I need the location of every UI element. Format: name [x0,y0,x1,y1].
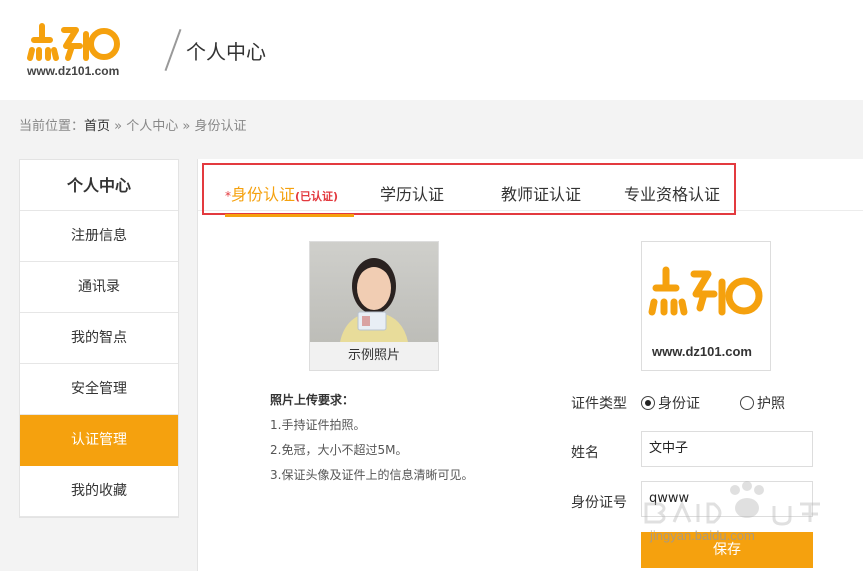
name-input[interactable]: 文中子 [641,431,813,467]
requirement-item: 3.保证头像及证件上的信息清晰可见。 [270,468,474,482]
radio-passport[interactable]: 护照 [740,393,785,413]
baidu-watermark-icon [644,481,820,526]
breadcrumb-current: 身份认证 [194,119,247,134]
site-header: www.dz101.com 个人中心 [0,0,863,100]
sample-photo-card: 示例照片 [309,241,439,371]
breadcrumb-home-link[interactable]: 首页 [84,119,110,134]
sidebar-item-security[interactable]: 安全管理 [20,364,178,415]
dz101-logo-image [648,266,763,316]
watermark-text: jingyan.baidu.com [650,528,755,543]
tabs-highlight-box: *身份认证(已认证) 学历认证 教师证认证 专业资格认证 [202,163,736,217]
preview-url-text: www.dz101.com [652,344,752,359]
logo-url-text: www.dz101.com [27,64,120,78]
requirements-title: 照片上传要求： [270,393,355,407]
sidebar-item-favorites[interactable]: 我的收藏 [20,466,178,517]
sidebar-item-contacts[interactable]: 通讯录 [20,262,178,313]
breadcrumb-separator: » [178,119,195,134]
requirement-item: 1.手持证件拍照。 [270,418,366,432]
radio-unchecked-icon [740,396,754,410]
name-label: 姓名 [571,445,599,461]
tab-identity-verification[interactable]: *身份认证(已认证) [225,181,338,205]
tab-label: 身份认证 [231,185,296,204]
requirement-item: 2.免冠，大小不超过5M。 [270,443,408,457]
radio-checked-icon [641,396,655,410]
sidebar-title: 个人中心 [20,160,178,211]
header-divider [164,28,182,72]
tab-education-verification[interactable]: 学历认证 [380,181,444,205]
radio-label: 身份证 [658,396,700,412]
sidebar: 个人中心 注册信息 通讯录 我的智点 安全管理 认证管理 我的收藏 [19,159,179,518]
verified-status: (已认证) [295,190,339,203]
uploaded-photo-preview[interactable]: www.dz101.com [641,241,771,371]
id-number-label: 身份证号 [571,495,627,511]
sample-photo-image [310,242,438,342]
sidebar-item-my-points[interactable]: 我的智点 [20,313,178,364]
breadcrumb: 当前位置：首页 » 个人中心 » 身份认证 [19,115,247,134]
sidebar-item-verification[interactable]: 认证管理 [20,415,178,466]
sample-photo-caption: 示例照片 [310,342,438,370]
breadcrumb-prefix: 当前位置： [19,119,85,134]
page-title: 个人中心 [186,40,266,64]
active-tab-underline [225,214,354,217]
tab-professional-qualification[interactable]: 专业资格认证 [624,181,720,205]
sidebar-item-registration-info[interactable]: 注册信息 [20,211,178,262]
id-type-label: 证件类型 [571,396,627,412]
radio-label: 护照 [757,396,785,412]
breadcrumb-separator: » [110,119,127,134]
tab-teacher-certificate[interactable]: 教师证认证 [501,181,581,205]
radio-id-card[interactable]: 身份证 [641,393,700,413]
breadcrumb-personal-center-link[interactable]: 个人中心 [126,119,178,134]
